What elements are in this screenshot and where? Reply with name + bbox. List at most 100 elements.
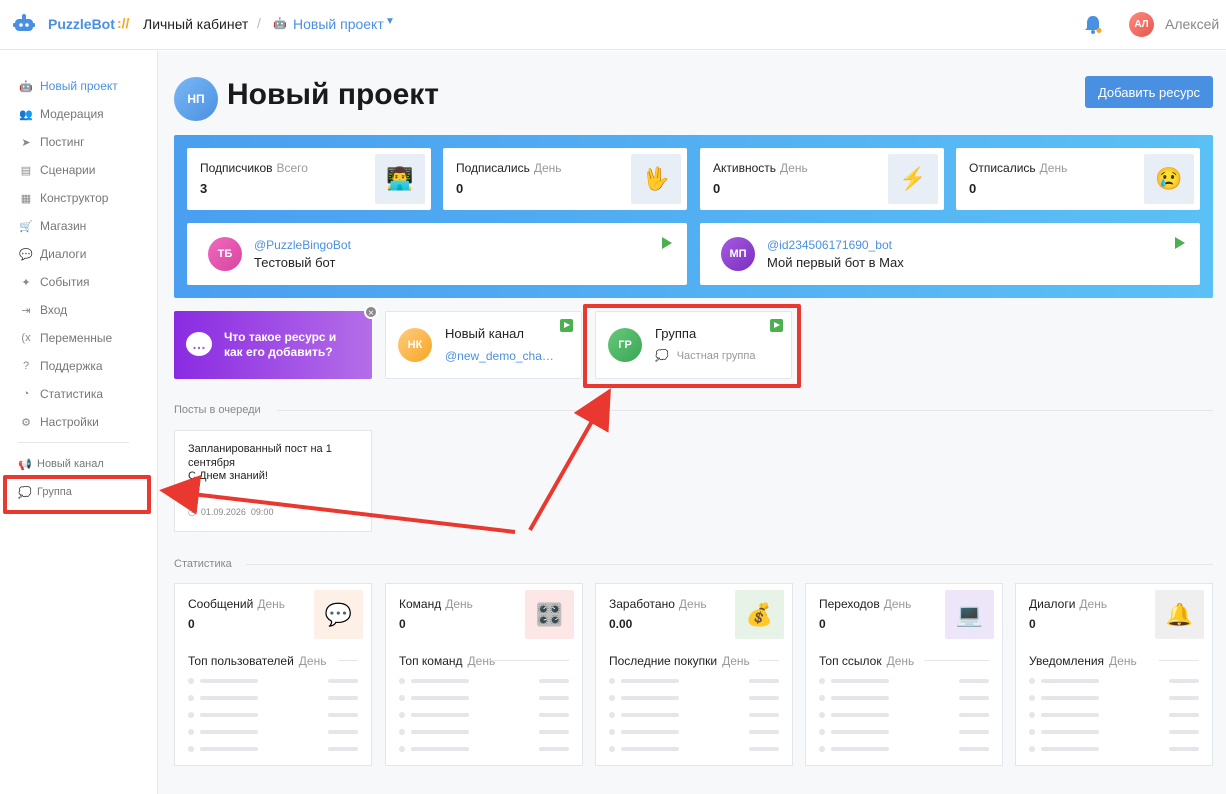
sidebar-item-support[interactable]: ? Поддержка: [18, 356, 103, 376]
control-knobs-icon: 🎛️: [525, 590, 574, 639]
stat-period: День: [257, 597, 286, 611]
clock-icon: ◷: [188, 507, 196, 517]
stat-value: 0: [456, 181, 464, 196]
puzzlebot-logo-icon[interactable]: [13, 13, 35, 35]
stat-sub-title: Последние покупки: [609, 654, 718, 668]
queued-post-card[interactable]: Запланированный пост на 1 сентября С Днем …: [174, 430, 372, 532]
stat-label: Подписались: [456, 161, 530, 175]
chat-icon: 💬: [19, 248, 33, 261]
stat-label: Сообщений: [188, 597, 254, 611]
resource-help-text: Что такое ресурс и как его добавить?: [224, 330, 337, 359]
placeholder-row: [819, 678, 989, 684]
add-resource-button[interactable]: Добавить ресурс: [1085, 76, 1213, 108]
sidebar-item-shop[interactable]: 🛒 Магазин: [18, 216, 86, 236]
sidebar-item-label: Постинг: [40, 135, 85, 149]
sidebar-item-project[interactable]: 🤖 Новый проект: [18, 76, 118, 96]
wave-hand-icon: 🖖: [631, 154, 681, 204]
scenarios-icon: ▤: [20, 164, 32, 177]
post-date: 01.09.2026: [200, 507, 246, 517]
user-avatar[interactable]: АЛ: [1129, 12, 1154, 37]
sidebar-item-login[interactable]: ⇥ Вход: [18, 300, 67, 320]
channel-icon: 📢: [18, 458, 32, 471]
stat-label: Диалоги: [1029, 597, 1076, 611]
sidebar-item-constructor[interactable]: ▦ Конструктор: [18, 188, 109, 208]
placeholder-row: [399, 746, 569, 752]
placeholder-row: [188, 678, 358, 684]
sidebar-item-scenarios[interactable]: ▤ Сценарии: [18, 160, 96, 180]
bot-icon: 🤖: [19, 80, 33, 93]
brand-name[interactable]: PuzzleBot: [48, 16, 115, 32]
notification-bell-icon[interactable]: [1083, 14, 1103, 36]
stat-period: Всего: [276, 161, 308, 175]
chevron-down-icon[interactable]: ▼: [385, 16, 395, 27]
sidebar-item-label: Настройки: [40, 415, 99, 429]
resource-handle[interactable]: @new_demo_channel: [445, 349, 560, 363]
sidebar-item-dialogs[interactable]: 💬 Диалоги: [18, 244, 86, 264]
sad-face-icon: 😢: [1144, 154, 1194, 204]
section-divider: [338, 660, 358, 661]
queue-section-title: Посты в очереди: [174, 404, 261, 416]
bot-avatar: МП: [721, 237, 755, 271]
placeholder-row: [1029, 729, 1199, 735]
section-divider: [924, 660, 989, 661]
bot-handle[interactable]: @id234506171690_bot: [767, 238, 892, 252]
highlight-box-sidebar-group: [3, 475, 151, 514]
sidebar-item-settings[interactable]: ⚙ Настройки: [18, 412, 99, 432]
placeholder-row: [819, 729, 989, 735]
bot-card-test[interactable]: ТБ @PuzzleBingoBot Тестовый бот: [187, 223, 687, 285]
user-name[interactable]: Алексей: [1165, 16, 1219, 32]
placeholder-row: [188, 695, 358, 701]
placeholder-row: [1029, 712, 1199, 718]
bot-handle[interactable]: @PuzzleBingoBot: [254, 238, 351, 252]
close-icon[interactable]: ×: [364, 305, 378, 319]
stat-sub-period: День: [298, 654, 327, 668]
resource-help-banner[interactable]: … Что такое ресурс и как его добавить? ×: [174, 305, 378, 379]
stat-sub-period: День: [886, 654, 915, 668]
top-bar: PuzzleBot :// Личный кабинет / 🤖 Новый п…: [0, 0, 1226, 50]
play-icon[interactable]: [560, 319, 573, 332]
section-divider: [1159, 660, 1199, 661]
sidebar-divider: [18, 442, 129, 443]
breadcrumb-project[interactable]: Новый проект: [293, 16, 384, 32]
sidebar-item-label: Диалоги: [40, 247, 87, 261]
placeholder-row: [188, 729, 358, 735]
sidebar-item-variables[interactable]: (x Переменные: [18, 328, 112, 348]
sidebar-item-events[interactable]: ✦ События: [18, 272, 89, 292]
resource-card-channel[interactable]: НК Новый канал @new_demo_channel: [385, 311, 582, 379]
sidebar-item-label: Модерация: [40, 107, 104, 121]
play-icon[interactable]: [662, 237, 672, 249]
section-divider: [489, 660, 569, 661]
play-icon[interactable]: [1175, 237, 1185, 249]
sidebar-item-moderation[interactable]: 👥 Модерация: [18, 104, 104, 124]
breadcrumb-cabinet[interactable]: Личный кабинет: [143, 16, 248, 32]
placeholder-row: [1029, 678, 1199, 684]
stat-value: 0: [713, 181, 721, 196]
placeholder-row: [188, 712, 358, 718]
stat-value: 0: [399, 617, 406, 631]
post-line: Запланированный пост на 1: [188, 443, 332, 455]
speech-bubble-icon: 💬: [314, 590, 363, 639]
stat-label: Заработано: [609, 597, 675, 611]
placeholder-row: [819, 712, 989, 718]
stat-period: День: [445, 597, 473, 611]
section-divider: [759, 660, 779, 661]
money-bag-icon: 💰: [735, 590, 784, 639]
stat-value: 0: [819, 617, 826, 631]
stat-card-subscribers: Подписчиков Всего 3 👨‍💻: [187, 148, 431, 210]
laptop-icon: 💻: [945, 590, 994, 639]
constructor-icon: ▦: [20, 192, 32, 205]
bot-card-max[interactable]: МП @id234506171690_bot Мой первый бот в …: [700, 223, 1200, 285]
post-datetime: ◷ 01.09.2026 09:00: [188, 507, 273, 518]
sidebar-resource-channel[interactable]: 📢 Новый канал: [18, 454, 104, 474]
stat-label: Активность: [713, 161, 777, 175]
stat-period: День: [780, 161, 808, 175]
project-avatar: НП: [174, 77, 218, 121]
stat-value: 0: [1029, 617, 1036, 631]
sidebar-item-posting[interactable]: ➤ Постинг: [18, 132, 85, 152]
sidebar-item-statistics[interactable]: ◔ Статистика: [18, 384, 103, 404]
sidebar-item-label: Поддержка: [40, 359, 103, 373]
stat-value: 0: [188, 617, 195, 631]
stat-label: Отписались: [969, 161, 1036, 175]
post-line: сентября: [188, 456, 235, 469]
stat-sub-period: День: [467, 654, 496, 668]
